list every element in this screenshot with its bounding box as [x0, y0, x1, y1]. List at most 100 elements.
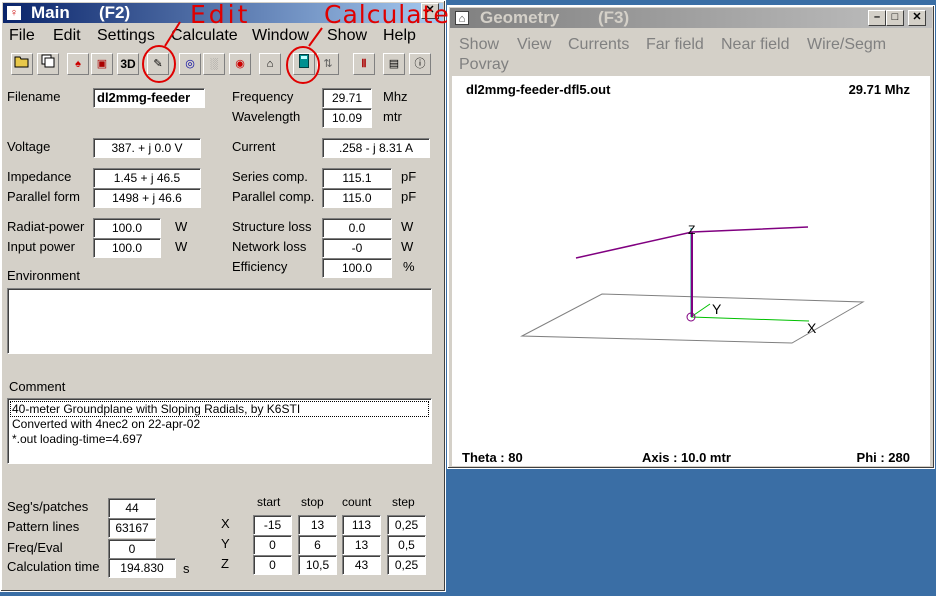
grid-y-count[interactable]: 13: [342, 535, 381, 555]
grid-y-stop[interactable]: 6: [298, 535, 337, 555]
current-label: Current: [232, 139, 276, 154]
parallel-form-field: 1498 + j 46.6: [93, 188, 201, 208]
book-icon[interactable]: ▤: [383, 53, 405, 75]
parallel-form-label: Parallel form: [7, 189, 80, 204]
main-hotkey: (F2): [99, 3, 131, 22]
segs-field: 44: [108, 498, 156, 518]
current-field: .258 - j 8.31 A: [322, 138, 430, 158]
grid-y-step[interactable]: 0,5: [387, 535, 426, 555]
comment-line-1: 40-meter Groundplane with Sloping Radial…: [10, 401, 429, 417]
axis-label-y: Y: [712, 301, 722, 317]
menu-file[interactable]: File: [9, 27, 35, 45]
x-axis: [690, 316, 810, 322]
efficiency-unit: %: [403, 259, 415, 274]
open-icon[interactable]: [11, 53, 33, 75]
geometry-theta: Theta : 80: [462, 450, 523, 465]
geometry-canvas[interactable]: dl2mmg-feeder-dfl5.out 29.71 Mhz X Y Z T…: [452, 76, 930, 466]
comment-line-3: *.out loading-time=4.697: [12, 432, 143, 446]
series-comp-field: 115.1: [322, 168, 392, 188]
voltage-label: Voltage: [7, 139, 51, 154]
axis-label-x: X: [807, 320, 817, 336]
input-power-label: Input power: [7, 239, 75, 254]
comment-line-2: Converted with 4nec2 on 22-apr-02: [12, 417, 201, 431]
input-power-unit: W: [175, 239, 188, 254]
edit-icon[interactable]: ✎: [147, 53, 169, 75]
pattern-icon[interactable]: ░: [203, 53, 225, 75]
help-icon[interactable]: ⓘ: [409, 53, 431, 75]
menu-show[interactable]: Show: [327, 27, 367, 45]
main-menubar: File Edit Settings Calculate Window Show…: [9, 27, 439, 47]
environment-box[interactable]: [7, 288, 432, 354]
geo-menu-view[interactable]: View: [517, 36, 551, 54]
structure-loss-label: Structure loss: [232, 219, 312, 234]
geo-menu-show[interactable]: Show: [459, 36, 499, 54]
comment-box[interactable]: 40-meter Groundplane with Sloping Radial…: [7, 398, 432, 464]
radiat-power-field: 100.0: [93, 218, 161, 238]
bulb-icon[interactable]: ♠: [67, 53, 89, 75]
grid-z-count[interactable]: 43: [342, 555, 381, 575]
geo-menu-near-field[interactable]: Near field: [721, 36, 789, 54]
axis-label-z: Z: [688, 223, 696, 237]
radiat-power-label: Radiat-power: [7, 219, 85, 234]
y-axis: [690, 303, 711, 318]
radiat-power-unit: W: [175, 219, 188, 234]
geometry-close-button[interactable]: ✕: [908, 10, 926, 26]
freq-eval-label: Freq/Eval: [7, 540, 63, 555]
segs-label: Seg's/patches: [7, 499, 89, 514]
grid-header-step: step: [392, 495, 415, 509]
menu-help[interactable]: Help: [383, 27, 416, 45]
geometry-titlebar[interactable]: ⌂ Geometry (F3) – □ ✕: [450, 8, 932, 28]
grid-header-start: start: [257, 495, 281, 509]
geometry-title: Geometry: [480, 8, 560, 27]
grid-z-start[interactable]: 0: [253, 555, 292, 575]
filename-field[interactable]: dl2mmg-feeder: [93, 88, 205, 108]
edit-annotation: Edit: [190, 0, 251, 29]
calculate-icon[interactable]: [293, 53, 315, 75]
grid-x-count[interactable]: 113: [342, 515, 381, 535]
cube-icon[interactable]: ▣: [91, 53, 113, 75]
geo-menu-povray[interactable]: Povray: [459, 56, 509, 74]
minimize-button[interactable]: –: [868, 10, 886, 26]
calc-time-label: Calculation time: [7, 559, 100, 574]
grid-z-stop[interactable]: 10,5: [298, 555, 337, 575]
menu-calculate[interactable]: Calculate: [171, 27, 238, 45]
pattern-lines-label: Pattern lines: [7, 519, 80, 534]
copy-icon[interactable]: [37, 53, 59, 75]
wavelength-unit: mtr: [383, 109, 402, 124]
efficiency-label: Efficiency: [232, 259, 288, 274]
menu-edit[interactable]: Edit: [53, 27, 81, 45]
freq-eval-field: 0: [108, 539, 156, 559]
menu-window[interactable]: Window: [252, 27, 309, 45]
geo-menu-far-field[interactable]: Far field: [646, 36, 704, 54]
settings-icon[interactable]: Ⅱ: [353, 53, 375, 75]
voltage-field: 387. + j 0.0 V: [93, 138, 201, 158]
3d-icon[interactable]: 3D: [117, 53, 139, 75]
frequency-field[interactable]: 29.71: [322, 88, 372, 108]
main-title: Main: [31, 3, 70, 22]
grid-y-start[interactable]: 0: [253, 535, 292, 555]
structure-loss-field: 0.0: [322, 218, 392, 238]
calc-time-unit: s: [183, 561, 190, 576]
geo-menu-wire-segm[interactable]: Wire/Segm: [807, 36, 886, 54]
grid-x-start[interactable]: -15: [253, 515, 292, 535]
impedance-field: 1.45 + j 46.5: [93, 168, 201, 188]
series-comp-label: Series comp.: [232, 169, 308, 184]
geo-menu-currents[interactable]: Currents: [568, 36, 629, 54]
parallel-comp-field: 115.0: [322, 188, 392, 208]
geometry-window: ⌂ Geometry (F3) – □ ✕ Show View Currents…: [447, 5, 935, 469]
geometry-icon[interactable]: ⌂: [259, 53, 281, 75]
frequency-label: Frequency: [232, 89, 294, 104]
main-toolbar: ♠ ▣ 3D ✎ ◎ ░ ◉ ⌂ ⇅ Ⅱ ▤ ⓘ: [11, 53, 436, 77]
wavelength-field: 10.09: [322, 108, 372, 128]
target-icon[interactable]: ◉: [229, 53, 251, 75]
pattern-lines-field: 63167: [108, 518, 156, 538]
grid-x-stop[interactable]: 13: [298, 515, 337, 535]
radiation-icon[interactable]: ◎: [179, 53, 201, 75]
maximize-button[interactable]: □: [886, 10, 904, 26]
network-loss-field: -0: [322, 238, 392, 258]
main-window: ♀ Main (F2) File Edit Settings Calculate…: [0, 0, 446, 592]
grid-x-step[interactable]: 0,25: [387, 515, 426, 535]
menu-settings[interactable]: Settings: [97, 27, 155, 45]
grid-z-step[interactable]: 0,25: [387, 555, 426, 575]
swap-icon[interactable]: ⇅: [317, 53, 339, 75]
